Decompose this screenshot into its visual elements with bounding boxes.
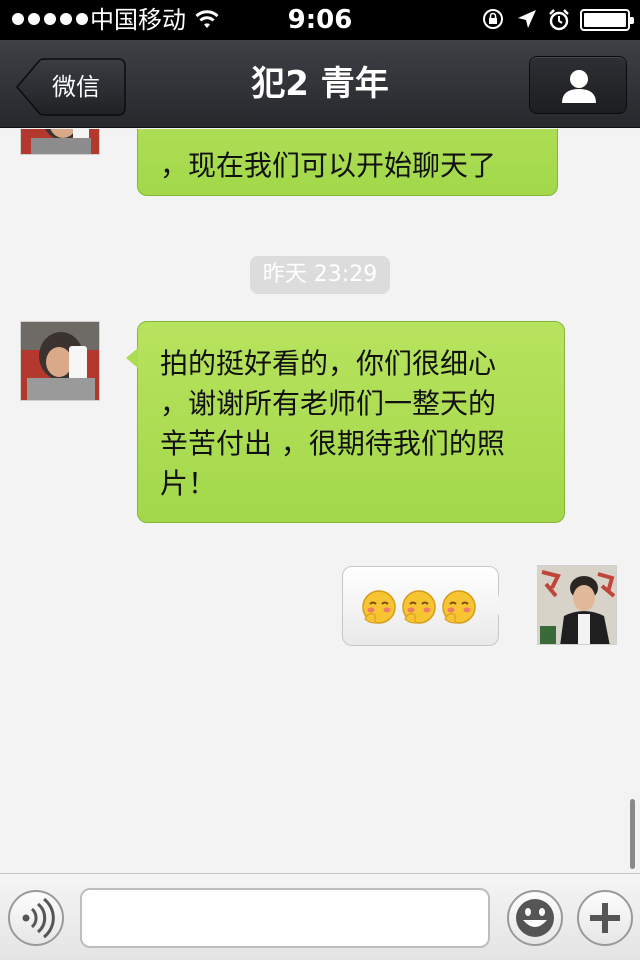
blush-emoji [442, 590, 476, 624]
input-bar [0, 873, 640, 960]
plus-icon [590, 903, 620, 933]
voice-icon [22, 897, 55, 939]
status-bar: 中国移动 9:06 [0, 0, 640, 40]
avatar-photo [538, 566, 616, 644]
plus-button[interactable] [577, 890, 633, 946]
own-message-bubble[interactable] [342, 566, 510, 646]
emoji-row [361, 589, 477, 625]
rotation-lock-icon [483, 9, 503, 29]
clock: 9:06 [287, 5, 353, 35]
message-text: 拍的挺好看的，你们很细心 ，谢谢所有老师们一整天的 辛苦付出 ，很期待我们的照 … [160, 347, 505, 500]
battery-icon [580, 9, 634, 31]
avatar-photo [21, 129, 99, 154]
contact-avatar[interactable] [20, 321, 100, 401]
message-input[interactable] [80, 888, 490, 948]
chat-area[interactable]: ，现在我们可以开始聊天了 昨天 23:29 拍的挺好看的，你们很细心 ，谢谢所有… [0, 129, 640, 873]
alarm-icon [549, 9, 569, 31]
blush-emoji [402, 590, 436, 624]
message-text: ，现在我们可以开始聊天了 [160, 149, 497, 182]
bubble-tail [126, 348, 138, 368]
emoji-button[interactable] [507, 890, 563, 946]
blush-emoji [362, 590, 396, 624]
navigation-bar: 微信 犯2 青年 [0, 40, 640, 128]
scroll-indicator[interactable] [630, 799, 635, 869]
own-avatar[interactable] [537, 565, 617, 645]
timestamp-badge: 昨天 23:29 [250, 256, 390, 294]
smiley-icon [516, 899, 554, 937]
bubble-tail [498, 595, 510, 615]
avatar-photo [21, 322, 99, 400]
contact-avatar[interactable] [20, 129, 100, 155]
profile-button[interactable] [529, 56, 627, 114]
voice-button[interactable] [8, 890, 64, 946]
person-icon [562, 70, 596, 103]
message-bubble[interactable]: ，现在我们可以开始聊天了 [137, 129, 558, 196]
location-arrow-icon [518, 10, 536, 28]
message-bubble[interactable]: 拍的挺好看的，你们很细心 ，谢谢所有老师们一整天的 辛苦付出 ，很期待我们的照 … [126, 321, 565, 523]
